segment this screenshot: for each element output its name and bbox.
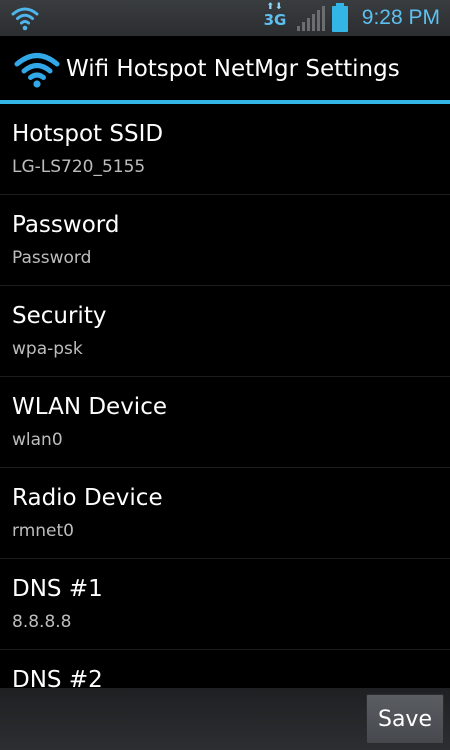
setting-value: LG-LS720_5155 (12, 157, 146, 177)
setting-hotspot-ssid[interactable]: Hotspot SSID LG-LS720_5155 (0, 104, 450, 195)
setting-wlan-device[interactable]: WLAN Device wlan0 (0, 377, 450, 468)
setting-value: wlan0 (12, 430, 63, 450)
setting-value: 8.8.8.8 (12, 612, 72, 632)
setting-title: Password (12, 212, 120, 238)
setting-title: Radio Device (12, 485, 163, 511)
settings-list[interactable]: Hotspot SSID LG-LS720_5155 Password Pass… (0, 104, 450, 688)
data-activity-icon: ⬆⬇ 3G (263, 2, 287, 29)
wifi-icon (14, 53, 60, 88)
setting-value: wpa-psk (12, 339, 83, 359)
setting-dns-2[interactable]: DNS #2 (0, 650, 450, 688)
battery-icon (332, 3, 348, 32)
setting-radio-device[interactable]: Radio Device rmnet0 (0, 468, 450, 559)
setting-dns-1[interactable]: DNS #1 8.8.8.8 (0, 559, 450, 650)
setting-title: DNS #1 (12, 576, 103, 602)
setting-title: Security (12, 303, 107, 329)
signal-strength-icon (297, 6, 325, 31)
setting-security[interactable]: Security wpa-psk (0, 286, 450, 377)
setting-title: WLAN Device (12, 394, 167, 420)
setting-value: Password (12, 248, 92, 268)
save-button[interactable]: Save (366, 694, 444, 744)
wifi-icon (11, 7, 39, 31)
network-type-label: 3G (263, 11, 287, 29)
bottom-action-bar: Save (0, 688, 450, 750)
setting-title: Hotspot SSID (12, 121, 164, 147)
setting-password[interactable]: Password Password (0, 195, 450, 286)
clock: 9:28 PM (361, 6, 440, 29)
page-title: Wifi Hotspot NetMgr Settings (66, 56, 400, 82)
status-bar: ⬆⬇ 3G 9:28 PM (0, 0, 450, 36)
setting-title: DNS #2 (12, 667, 103, 688)
title-bar: Wifi Hotspot NetMgr Settings (0, 36, 450, 100)
setting-value: rmnet0 (12, 521, 74, 541)
